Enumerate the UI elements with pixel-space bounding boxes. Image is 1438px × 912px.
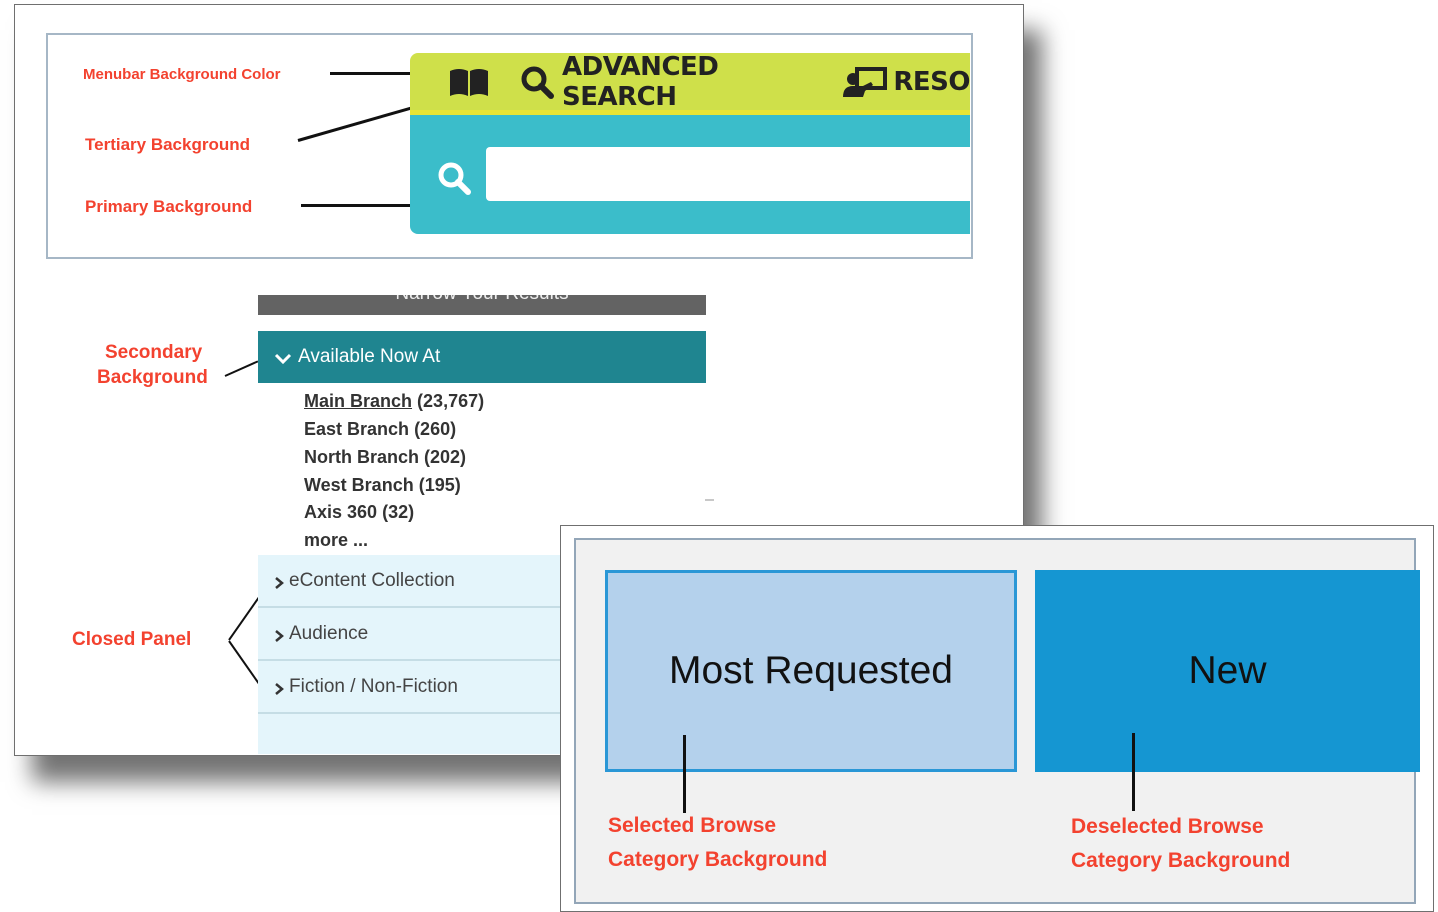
advanced-search-label: ADVANCED SEARCH (562, 53, 719, 112)
chevron-right-icon (273, 680, 285, 695)
facet-item-name: North Branch (304, 447, 420, 467)
primary-leader (301, 204, 411, 207)
facet-item-count: (195) (418, 475, 461, 495)
secondary-annotation-line2: Background (97, 367, 208, 388)
closed-panel-label: Audience (289, 622, 369, 644)
selected-leader (683, 735, 686, 813)
resources-link[interactable]: RESO (843, 66, 970, 98)
chalkboard-user-icon (843, 66, 888, 98)
closed-panel-label: eContent Collection (289, 569, 455, 591)
facet-item[interactable]: Axis 360 (32) (304, 502, 414, 523)
closed-panel-bracket-bottom (228, 640, 261, 686)
primary-annotation: Primary Background (85, 197, 253, 216)
browse-category-deselected-tile[interactable]: New (1035, 570, 1420, 772)
menubar-annotation: Menubar Background Color (83, 66, 281, 83)
browse-category-selected-label: Most Requested (669, 649, 953, 692)
facet-item[interactable]: West Branch (195) (304, 475, 461, 496)
facet-item[interactable]: East Branch (260) (304, 419, 456, 440)
deselected-annotation-line1: Deselected Browse (1071, 815, 1264, 838)
facet-item-count: (202) (424, 447, 467, 467)
chevron-down-icon (274, 350, 292, 365)
secondary-annotation-line1: Secondary (105, 342, 203, 363)
header-preview: ADVANCED SEARCH RESO (410, 53, 970, 234)
menubar: ADVANCED SEARCH RESO (410, 53, 970, 112)
narrow-results-label: Narrow Your Results (258, 295, 706, 305)
facet-item-name: Main Branch (304, 391, 413, 411)
deselected-annotation-line2: Category Background (1071, 849, 1291, 872)
tertiary-annotation: Tertiary Background (85, 135, 251, 154)
facet-item[interactable]: Main Branch (23,767) (304, 391, 484, 412)
facet-item-count: (260) (414, 419, 457, 439)
closed-panel-label: Fiction / Non-Fiction (289, 675, 458, 697)
facet-more-link[interactable]: more ... (304, 530, 368, 551)
menubar-leader (330, 72, 411, 75)
facet-item-name: Axis 360 (304, 502, 378, 522)
browse-category-card: Most Requested New Selected Browse Categ… (560, 525, 1434, 912)
facet-item-count: (32) (382, 502, 415, 522)
book-icon[interactable] (448, 67, 490, 97)
divider (705, 499, 714, 501)
browse-category-deselected-label: New (1188, 649, 1267, 692)
facet-item[interactable]: North Branch (202) (304, 447, 466, 468)
narrow-results-bar: Narrow Your Results (258, 295, 706, 315)
closed-panel-bracket-top (228, 595, 261, 641)
browse-category-selected-tile[interactable]: Most Requested (605, 570, 1017, 772)
facet-item-name: East Branch (304, 419, 410, 439)
selected-annotation-line2: Category Background (608, 848, 828, 871)
closed-panel-annotation: Closed Panel (72, 629, 192, 650)
facet-item-name: West Branch (304, 475, 414, 495)
search-input[interactable] (486, 147, 970, 201)
secondary-leader (224, 360, 259, 377)
advanced-search-link[interactable]: ADVANCED SEARCH (520, 53, 813, 112)
search-icon (437, 161, 473, 197)
facet-available-now-header[interactable]: Available Now At (258, 331, 706, 383)
facet-available-now-label: Available Now At (298, 346, 441, 367)
browse-category-frame: Most Requested New Selected Browse Categ… (574, 538, 1420, 904)
chevron-right-icon (273, 574, 285, 589)
chevron-right-icon (273, 627, 285, 642)
selected-annotation-line1: Selected Browse (608, 814, 777, 837)
deselected-leader (1132, 733, 1135, 811)
search-icon (520, 65, 556, 99)
resources-label: RESO (893, 66, 970, 97)
facet-item-count: (23,767) (417, 391, 485, 411)
